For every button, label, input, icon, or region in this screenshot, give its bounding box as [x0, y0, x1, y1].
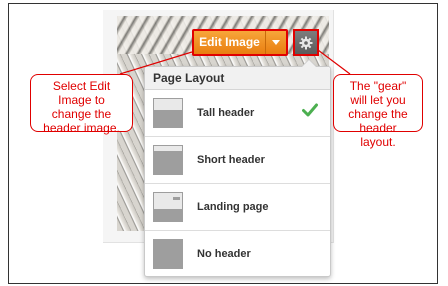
menu-title: Page Layout: [145, 67, 330, 90]
edit-image-button[interactable]: Edit Image: [192, 29, 288, 56]
page-layout-menu: Page Layout Tall header Short header Lan…: [144, 59, 331, 277]
menu-pointer-inner: [302, 60, 316, 67]
menu-item-landing-page[interactable]: Landing page: [145, 184, 330, 231]
tall-header-thumb-icon: [153, 98, 183, 128]
landing-page-thumb-icon: [153, 192, 183, 222]
no-header-thumb-icon: [153, 239, 183, 269]
menu-item-label: Short header: [197, 154, 265, 166]
gear-icon: [299, 36, 313, 49]
chevron-down-icon: [272, 40, 280, 45]
edit-image-label[interactable]: Edit Image: [194, 31, 266, 54]
menu-item-label: Tall header: [197, 107, 255, 119]
short-header-thumb-icon: [153, 145, 183, 175]
callout-gear: The "gear" will let you change the heade…: [333, 74, 423, 149]
menu-item-short-header[interactable]: Short header: [145, 137, 330, 184]
menu-item-no-header[interactable]: No header: [145, 231, 330, 277]
checkmark-icon: [302, 103, 318, 117]
callout-edit-image: Select Edit Image to change the header i…: [30, 74, 133, 135]
menu-item-label: Landing page: [197, 201, 269, 213]
menu-item-tall-header[interactable]: Tall header: [145, 90, 330, 137]
menu-item-label: No header: [197, 248, 251, 260]
layout-gear-button[interactable]: [293, 29, 319, 56]
edit-image-dropdown-button[interactable]: [266, 31, 286, 54]
